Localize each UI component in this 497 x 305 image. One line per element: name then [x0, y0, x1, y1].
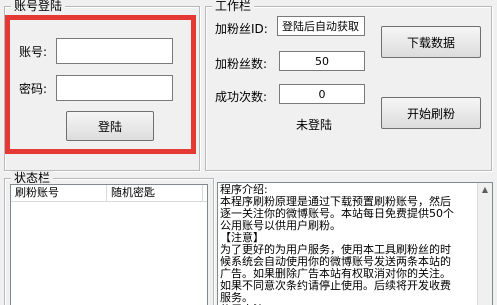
account-list-header: 刷粉账号 随机密匙	[11, 185, 207, 202]
fan-count-label: 加粉丝数:	[215, 57, 268, 71]
column-header-account[interactable]: 刷粉账号	[11, 185, 107, 201]
status-group-title: 状态栏	[11, 171, 54, 185]
vertical-scrollbar[interactable]: ▲	[477, 183, 492, 305]
info-line: 服务。	[220, 292, 253, 304]
scroll-up-icon[interactable]: ▲	[478, 183, 492, 197]
info-line: 为了更好的为用户服务，使用本工具刷粉丝的时	[220, 244, 451, 256]
password-input[interactable]	[56, 75, 173, 101]
info-line: 本程序刷粉原理是通过下载预置刷粉账号，然后	[220, 196, 451, 208]
login-status-text: 未登陆	[296, 118, 333, 132]
info-line: 候系统会自动使用你的微博账号发送两条本站的	[220, 256, 451, 268]
password-label: 密码:	[19, 82, 48, 96]
success-count-field	[279, 84, 365, 104]
download-data-button[interactable]: 下载数据	[381, 26, 481, 58]
info-line: 公用账号以供用户刷粉。	[220, 220, 341, 232]
success-count-label: 成功次数:	[215, 90, 268, 104]
username-label: 账号:	[19, 45, 48, 59]
start-fans-button[interactable]: 开始刷粉	[381, 97, 481, 129]
column-header-key[interactable]: 随机密匙	[107, 185, 203, 201]
workbar-group-title: 工作栏	[212, 0, 255, 13]
login-button[interactable]: 登陆	[66, 111, 154, 141]
account-login-group-title: 账号登陆	[11, 0, 66, 13]
info-line: 程序介绍:	[220, 184, 268, 196]
fan-count-input[interactable]	[279, 51, 365, 71]
account-list[interactable]: 刷粉账号 随机密匙	[10, 184, 208, 305]
info-line: 【注意】	[220, 232, 264, 244]
info-line: 如果不同意次条约请停止使用。后续将开发收费	[220, 280, 451, 292]
program-info-textarea[interactable]: 程序介绍: 本程序刷粉原理是通过下载预置刷粉账号，然后 逐一关注你的微博账号。本站每…	[217, 182, 493, 305]
program-info-text: 程序介绍: 本程序刷粉原理是通过下载预置刷粉账号，然后 逐一关注你的微博账号。本站每…	[218, 183, 492, 305]
info-line: 逐一关注你的微博账号。本站每日免费提供50个	[220, 208, 454, 220]
fan-id-field	[277, 16, 365, 36]
fan-id-label: 加粉丝ID:	[215, 22, 268, 36]
username-input[interactable]	[56, 38, 173, 64]
info-line: 广告。如果删除广告本站有权取消对你的关注。	[220, 268, 451, 280]
